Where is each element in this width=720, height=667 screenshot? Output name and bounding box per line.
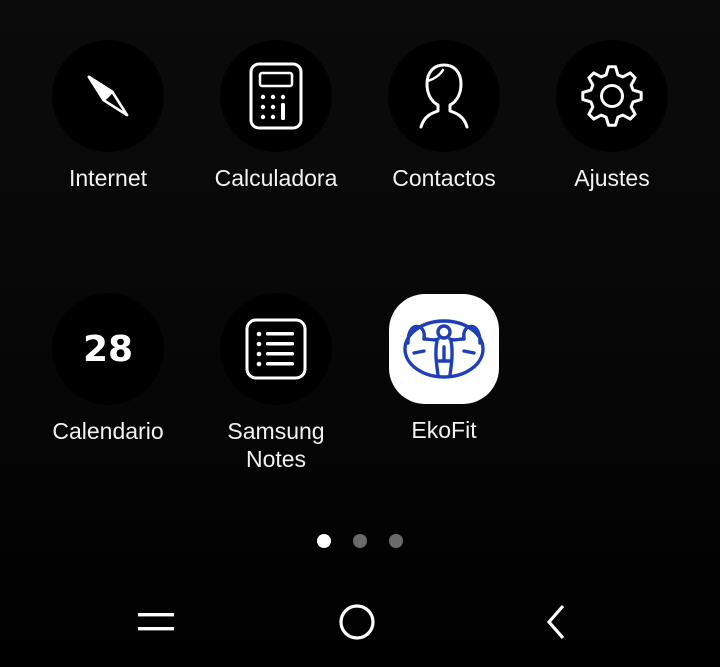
person-silhouette-icon <box>388 40 500 152</box>
app-label: Internet <box>69 165 147 191</box>
app-label: Calculadora <box>214 165 338 191</box>
recents-icon <box>138 613 174 631</box>
app-label: Contactos <box>392 165 496 191</box>
bodybuilder-icon <box>389 294 499 404</box>
recents-button[interactable] <box>121 587 191 657</box>
app-label: Samsung Notes <box>227 418 325 472</box>
calendar-icon: 28 <box>52 293 164 405</box>
calculator-icon <box>220 40 332 152</box>
page-dot[interactable] <box>389 534 403 548</box>
gear-icon <box>556 40 668 152</box>
app-calendario[interactable]: 28 Calendario <box>24 293 192 445</box>
back-icon <box>546 604 565 640</box>
app-label: Ajustes <box>574 165 650 191</box>
page-dot[interactable] <box>353 534 367 548</box>
home-button[interactable] <box>322 587 392 657</box>
home-icon <box>339 604 375 640</box>
notes-list-icon <box>220 293 332 405</box>
home-screen: Internet Calculadora Contactos Ajustes 2… <box>0 0 720 667</box>
app-samsung-notes[interactable]: Samsung Notes <box>192 293 360 473</box>
calendar-day: 28 <box>82 328 134 370</box>
app-internet[interactable]: Internet <box>24 40 192 192</box>
page-dot-active[interactable] <box>317 534 331 548</box>
page-indicator <box>0 534 720 550</box>
back-button[interactable] <box>522 587 592 657</box>
app-ekofit[interactable]: EkoFit <box>360 293 528 444</box>
app-label: Calendario <box>52 418 164 444</box>
navigation-bar <box>0 587 720 657</box>
app-contactos[interactable]: Contactos <box>360 40 528 192</box>
app-calculadora[interactable]: Calculadora <box>192 40 360 192</box>
compass-icon <box>52 40 164 152</box>
app-label: EkoFit <box>411 417 477 443</box>
app-ajustes[interactable]: Ajustes <box>528 40 696 192</box>
